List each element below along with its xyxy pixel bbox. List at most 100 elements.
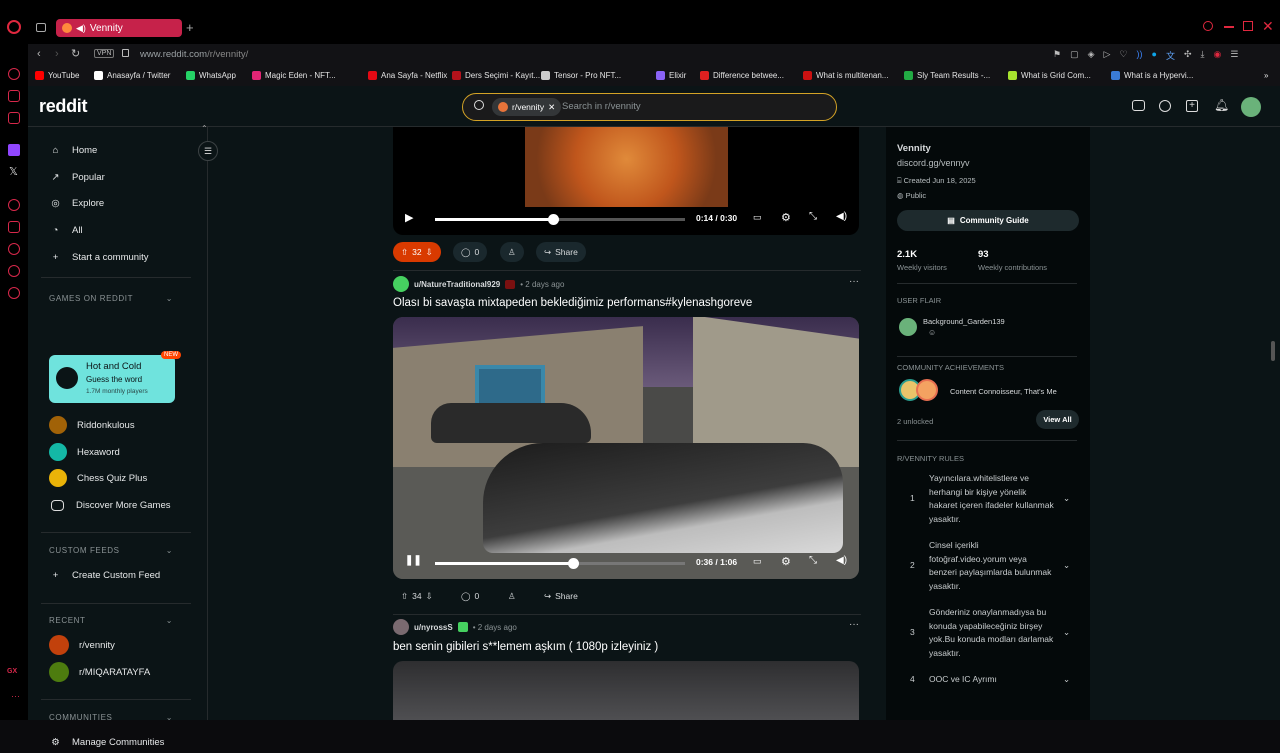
puzzle-icon[interactable]: ✣ — [1184, 49, 1192, 62]
notifications-icon[interactable]: 🔔︎ — [1214, 98, 1229, 112]
scroll-up-icon[interactable]: ⌃ — [201, 124, 208, 133]
volume-icon[interactable]: ◀) — [836, 555, 847, 566]
aria-icon[interactable] — [8, 90, 20, 102]
scroll-up-icon[interactable]: ⌃ — [1086, 127, 1090, 132]
extension-s-icon[interactable]: ● — [1152, 49, 1157, 62]
recent-header[interactable]: RECENT ⌄ — [49, 616, 173, 625]
back-icon[interactable]: ‹ — [37, 48, 41, 60]
community-guide-button[interactable]: ▤ Community Guide — [897, 210, 1079, 231]
post3-author[interactable]: u/nyrossS — [414, 623, 453, 632]
post1-share[interactable]: ↪ Share — [536, 242, 586, 262]
pause-icon[interactable]: ❚❚ — [405, 555, 422, 566]
forward-icon[interactable]: › — [55, 48, 59, 60]
volume-icon[interactable]: ◀) — [836, 211, 847, 222]
post3-video[interactable] — [393, 661, 859, 720]
bookmark-item[interactable]: YouTube — [35, 71, 79, 80]
chevron-down-icon[interactable]: ⌄ — [1063, 492, 1070, 506]
reload-icon[interactable]: ↻ — [71, 47, 80, 60]
bookmark-item[interactable]: Elixir — [656, 71, 686, 80]
game-item[interactable]: Chess Quiz Plus — [49, 467, 147, 489]
rule-item[interactable]: 1 Yayıncılara.whitelistlere ve herhangi b… — [897, 472, 1079, 528]
post2-award[interactable]: ♙ — [500, 586, 524, 606]
hot-and-cold-card[interactable]: Hot and Cold Guess the word 1.7M monthly… — [49, 351, 181, 403]
view-all-button[interactable]: View All — [1036, 410, 1079, 429]
post1-award[interactable]: ♙ — [500, 242, 524, 262]
url-field[interactable]: www.reddit.com/r/vennity/ — [140, 49, 248, 60]
heart-icon[interactable]: ♡ — [1119, 49, 1127, 62]
post2-title[interactable]: Olası bi savaşta mixtapeden beklediğimiz… — [393, 297, 752, 309]
chat-icon[interactable] — [1159, 100, 1171, 112]
search-bar[interactable]: r/vennity ✕ Search in r/vennity — [462, 93, 837, 121]
bookmark-item[interactable]: Magic Eden - NFT... — [252, 71, 336, 80]
chip-close-icon[interactable]: ✕ — [548, 102, 555, 113]
downvote-icon[interactable]: ⇩ — [426, 591, 433, 602]
tab-switcher-icon[interactable] — [36, 23, 46, 32]
community-link[interactable]: discord.gg/vennyv — [897, 158, 970, 168]
game-item[interactable]: Riddonkulous — [49, 414, 135, 436]
communities-header[interactable]: COMMUNITIES ⌄ — [49, 713, 173, 722]
game-item[interactable]: Hexaword — [49, 441, 120, 463]
nav-popular[interactable]: ↗ Popular — [49, 166, 105, 188]
extensions-icon[interactable] — [8, 265, 20, 277]
chevron-down-icon[interactable]: ⌄ — [1063, 673, 1070, 687]
games-section-header[interactable]: GAMES ON REDDIT ⌄ — [49, 294, 173, 303]
download-icon[interactable]: ⤓ — [1201, 49, 1205, 62]
more-icon[interactable]: ··· — [11, 691, 20, 701]
x-icon[interactable]: 𝕏 — [9, 165, 18, 178]
translate-icon[interactable]: 文 — [1166, 49, 1175, 62]
pinboard-icon[interactable] — [8, 221, 20, 233]
bookmark-item[interactable]: What is multitenan... — [803, 71, 888, 80]
bookmark-item[interactable]: What is Grid Com... — [1008, 71, 1091, 80]
new-tab-icon[interactable]: + — [186, 20, 194, 35]
profile-icon[interactable]: ◉ — [1214, 49, 1222, 62]
gx-icon[interactable]: GX — [7, 668, 17, 675]
close-window-icon[interactable]: ✕ — [1262, 18, 1274, 35]
user-avatar[interactable] — [1241, 97, 1261, 117]
rule-item[interactable]: 3 Gönderiniz onaylanmadıysa bu konuda yap… — [897, 606, 1079, 662]
opera-logo-icon[interactable] — [7, 20, 21, 34]
post2-video[interactable]: ❚❚ 0:36 / 1:06 ▭ ⚙ ⤡ ◀) — [393, 317, 859, 579]
post1-vote[interactable]: ⇧ 32 ⇩ — [393, 242, 441, 262]
shield-icon[interactable]: ◈ — [1088, 49, 1095, 62]
post2-progress-handle[interactable] — [567, 558, 579, 569]
nav-all[interactable]: ◔ All — [49, 219, 83, 241]
nav-explore[interactable]: ◎ Explore — [49, 192, 104, 214]
advertise-icon[interactable] — [1132, 100, 1145, 111]
bookmark-item[interactable]: Anasayfa / Twitter — [94, 71, 170, 80]
bookmark-item[interactable]: WhatsApp — [186, 71, 236, 80]
downvote-icon[interactable]: ⇩ — [426, 247, 433, 258]
bookmark-item[interactable]: Tensor - Pro NFT... — [541, 71, 621, 80]
lock-icon[interactable] — [122, 49, 129, 57]
reddit-logo[interactable]: reddit — [39, 96, 88, 117]
page-scrollbar[interactable] — [1271, 341, 1275, 361]
bookmark-item[interactable]: Difference betwee... — [700, 71, 784, 80]
tab-vennity[interactable]: ◀) Vennity — [56, 19, 182, 37]
bookmark-item[interactable]: Sly Team Results -... — [904, 71, 990, 80]
author-avatar[interactable] — [393, 619, 409, 635]
collapse-nav-button[interactable]: ☰ — [198, 141, 218, 161]
post2-author[interactable]: u/NatureTraditional929 — [414, 280, 500, 289]
player-icon[interactable] — [8, 112, 20, 124]
author-avatar[interactable] — [393, 276, 409, 292]
fullscreen-icon[interactable]: ⤡ — [809, 555, 817, 566]
search-tabs-icon[interactable] — [1203, 21, 1213, 31]
post2-share[interactable]: ↪ Share — [536, 586, 586, 606]
post2-progress-track[interactable] — [435, 558, 685, 569]
captions-icon[interactable]: ▭ — [753, 212, 762, 223]
upvote-icon[interactable]: ⇧ — [401, 591, 408, 602]
fullscreen-icon[interactable]: ⤡ — [809, 211, 817, 222]
subreddit-filter-chip[interactable]: r/vennity ✕ — [492, 98, 562, 116]
maximize-icon[interactable] — [1243, 21, 1253, 31]
play-icon[interactable]: ▶ — [405, 211, 413, 224]
settings-gear-icon[interactable]: ⚙ — [781, 555, 791, 568]
speed-dial-icon[interactable] — [8, 68, 20, 80]
rule-item[interactable]: 2 Cinsel içerikli fotoğraf.video.yorum ve… — [897, 539, 1079, 595]
menu-icon[interactable]: ☰ — [1230, 49, 1238, 62]
bookmark-icon[interactable]: ⚑ — [1053, 49, 1061, 62]
bookmark-item[interactable]: Ana Sayfa - Netflix — [368, 71, 447, 80]
wifi-icon[interactable]: )) — [1137, 49, 1143, 62]
nav-home[interactable]: ⌂ Home — [49, 139, 98, 161]
settings-icon[interactable] — [8, 287, 20, 299]
post1-progress-handle[interactable] — [547, 214, 559, 225]
recent-item-miqaratayfa[interactable]: r/MIQARATAYFA — [49, 661, 150, 683]
